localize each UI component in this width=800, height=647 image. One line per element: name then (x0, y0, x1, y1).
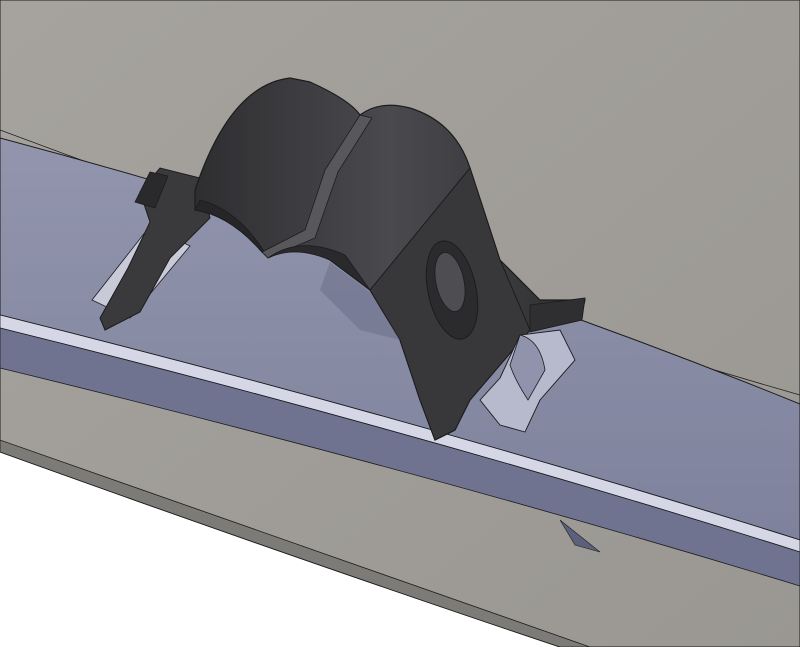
cad-scene (0, 0, 800, 647)
cad-viewport (0, 0, 800, 647)
